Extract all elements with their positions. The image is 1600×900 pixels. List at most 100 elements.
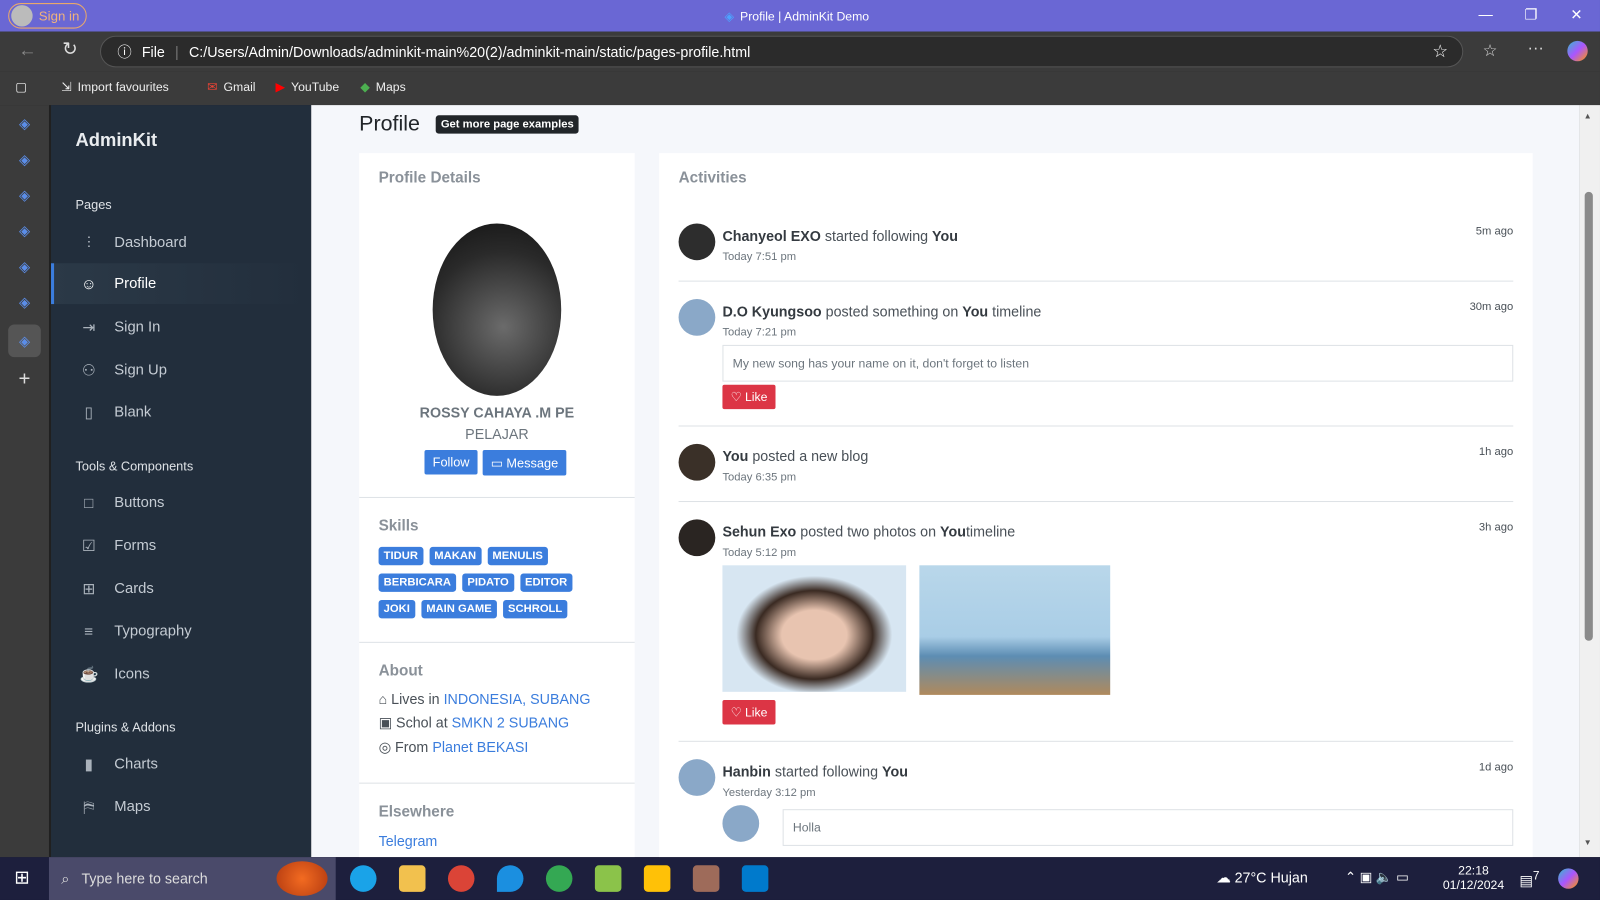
page-examples-badge[interactable]: Get more page examples <box>435 115 579 134</box>
scrollbar[interactable]: ▲ ▼ <box>1579 105 1600 858</box>
heart-icon: ♡ <box>730 705 745 720</box>
info-icon: ⓘ <box>117 43 132 60</box>
tab-icon[interactable]: ◈ <box>14 151 34 171</box>
sidebar-item-maps[interactable]: ⛿ Maps <box>51 787 311 828</box>
sidebar-item-blank[interactable]: ▯ Blank <box>51 392 311 433</box>
about-link[interactable]: Planet BEKASI <box>432 739 528 755</box>
about-link[interactable]: INDONESIA, SUBANG <box>444 691 591 707</box>
sidebar-item-profile[interactable]: ☺ Profile <box>51 263 312 305</box>
activities-card: Activities Chanyeol EXO started followin… <box>659 153 1533 858</box>
edge-icon[interactable] <box>349 865 377 892</box>
close-button[interactable]: ✕ <box>1570 6 1582 23</box>
divider <box>678 740 1514 742</box>
like-button[interactable]: ♡ Like <box>722 384 776 410</box>
notifications-button[interactable]: ▤7 <box>1519 869 1539 889</box>
activity-time: Today 7:51 pm <box>722 251 797 264</box>
notification-count: 7 <box>1532 869 1540 883</box>
elsewhere-title: Elsewhere <box>378 803 455 821</box>
tab-icon[interactable]: ◈ <box>14 187 34 207</box>
address-bar[interactable]: ⓘ File | C:/Users/Admin/Downloads/adminkit-… <box>99 35 1464 68</box>
tab-icon[interactable]: ◈ <box>14 115 34 135</box>
profile-avatar <box>432 223 562 396</box>
sidebar-item-dashboard[interactable]: ⫶ Dashboard <box>51 222 311 263</box>
cloud-rain-icon: ☁ <box>1216 869 1235 886</box>
bookmark-youtube[interactable]: ▶ YouTube <box>276 80 340 94</box>
chrome-icon[interactable] <box>545 865 573 892</box>
activity-photo[interactable] <box>722 565 907 692</box>
sidebar-item-cards[interactable]: ⊞ Cards <box>51 568 311 609</box>
new-tab-button[interactable]: + <box>14 368 34 390</box>
back-button[interactable]: ← <box>18 40 36 61</box>
sidebar-label: Sign In <box>114 319 161 336</box>
app-icon[interactable] <box>594 865 622 892</box>
page-title: Profile <box>359 112 420 136</box>
tab-icon[interactable]: ◈ <box>14 294 34 314</box>
skill-badge: MAKAN <box>429 546 482 566</box>
app-icon[interactable] <box>692 865 720 892</box>
activity-action: posted something on <box>825 303 959 320</box>
activity-time: Today 7:21 pm <box>722 326 797 339</box>
activity-user: Chanyeol EXO <box>722 227 821 244</box>
tab-actions-icon[interactable]: ▢ <box>15 80 27 94</box>
file-explorer-icon[interactable] <box>398 865 426 892</box>
tab-icon[interactable]: ◈ <box>14 258 34 278</box>
refresh-button[interactable]: ↻ <box>62 39 77 60</box>
activity-action: started following <box>774 763 879 780</box>
bookmark-maps[interactable]: ◆ Maps <box>360 80 405 94</box>
tray-icons[interactable]: ⌃ ▣ 🔈 ▭ <box>1345 869 1409 885</box>
activity-quote: My new song has your name on it, don't f… <box>722 344 1514 382</box>
message-icon: ▭ <box>490 456 507 471</box>
url-text[interactable]: C:/Users/Admin/Downloads/adminkit-main%2… <box>189 43 750 59</box>
weather-widget[interactable]: ☁ 27°C Hujan <box>1216 869 1307 886</box>
telegram-link[interactable]: Telegram <box>379 833 438 849</box>
app-icon[interactable] <box>496 865 524 892</box>
avatar <box>678 298 716 336</box>
clock[interactable]: 22:18 01/12/2024 <box>1443 863 1504 892</box>
bookmark-import[interactable]: ⇲ Import favourites <box>61 80 169 94</box>
like-button[interactable]: ♡ Like <box>722 699 776 725</box>
sidebar-item-charts[interactable]: ▮ Charts <box>51 744 311 785</box>
bookmark-gmail[interactable]: ✉ Gmail <box>207 80 255 94</box>
windows-start-icon[interactable]: ⊞ <box>14 867 29 888</box>
more-icon[interactable]: ··· <box>1528 40 1544 58</box>
sliders-icon: ⫶ <box>86 234 91 252</box>
sidebar-item-typography[interactable]: ≡ Typography <box>51 611 311 652</box>
sidebar-item-forms[interactable]: ☑ Forms <box>51 526 311 567</box>
avatar <box>678 223 716 261</box>
window-title: ◈ Profile | AdminKit Demo <box>724 9 869 23</box>
avatar-icon <box>11 5 33 27</box>
about-prefix: Lives in <box>391 690 440 708</box>
scrollbar-thumb[interactable] <box>1584 191 1593 641</box>
app-icon[interactable] <box>643 865 671 892</box>
gmail-icon: ✉ <box>207 79 218 94</box>
sidebar-item-icons[interactable]: ☕ Icons <box>51 654 311 695</box>
taskbar-search[interactable]: ⌕ Type here to search <box>48 857 336 900</box>
brand-logo[interactable]: AdminKit <box>76 130 158 151</box>
copilot-icon[interactable] <box>1558 868 1579 889</box>
sign-in-button[interactable]: Sign in <box>8 3 87 29</box>
star-icon[interactable]: ☆ <box>1432 41 1448 61</box>
tab-icon[interactable]: ◈ <box>14 222 34 242</box>
follow-button[interactable]: Follow <box>424 449 478 475</box>
about-link[interactable]: SMKN 2 SUBANG <box>452 714 569 730</box>
maximize-button[interactable]: ❐ <box>1524 6 1537 23</box>
activity-user: D.O Kyungsoo <box>722 303 822 320</box>
copilot-icon[interactable] <box>1567 40 1588 62</box>
square-icon: □ <box>84 494 94 512</box>
active-tab-icon[interactable]: ◈ <box>8 324 41 358</box>
skills-title: Skills <box>378 517 419 535</box>
vscode-icon[interactable] <box>741 865 769 892</box>
minimize-button[interactable]: — <box>1479 6 1493 22</box>
about-item: ⌂ Lives in INDONESIA, SUBANG <box>379 691 591 707</box>
activity-photo[interactable] <box>919 565 1111 695</box>
sidebar-item-buttons[interactable]: □ Buttons <box>51 483 311 524</box>
about-title: About <box>378 662 423 680</box>
sidebar-item-sign-up[interactable]: ⚇ Sign Up <box>51 350 311 391</box>
layers-icon: ◈ <box>724 9 734 24</box>
sidebar-item-sign-in[interactable]: ⇥ Sign In <box>51 307 311 348</box>
favourites-icon[interactable]: ☆ <box>1483 41 1498 61</box>
chrome-icon[interactable] <box>447 865 475 892</box>
search-highlight-icon <box>276 861 328 896</box>
message-button[interactable]: ▭ Message <box>482 449 567 476</box>
user-icon: ☺ <box>80 274 97 293</box>
